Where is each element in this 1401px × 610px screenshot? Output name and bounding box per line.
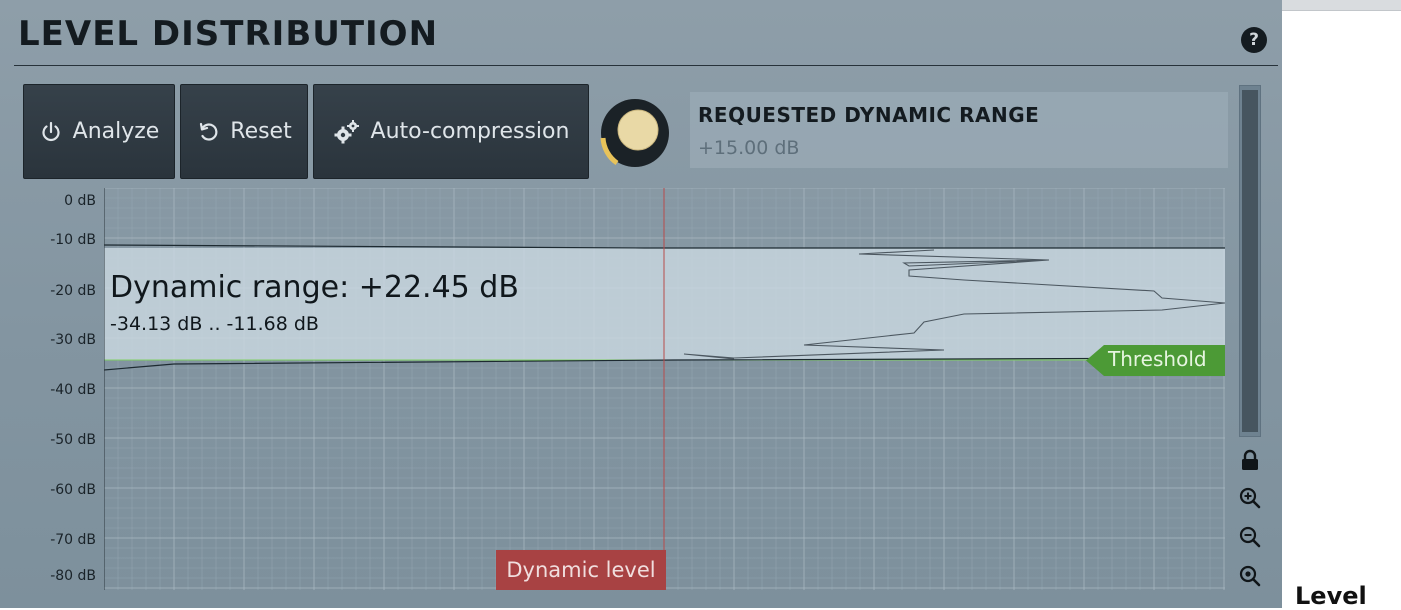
section-heading: Level bbox=[1295, 582, 1367, 610]
y-axis-label: -10 dB bbox=[50, 232, 96, 248]
analyze-button[interactable]: Analyze bbox=[23, 84, 175, 179]
scrollbar-thumb[interactable] bbox=[1242, 90, 1258, 432]
dynamic-range-readout: Dynamic range: +22.45 dB bbox=[110, 270, 519, 305]
power-icon bbox=[39, 120, 63, 144]
auto-compression-label: Auto-compression bbox=[370, 119, 570, 144]
reset-button[interactable]: Reset bbox=[180, 84, 308, 179]
threshold-label: Threshold bbox=[1108, 347, 1207, 371]
y-axis-label: -80 dB bbox=[50, 568, 96, 584]
help-icon[interactable]: ? bbox=[1241, 27, 1267, 53]
analyze-label: Analyze bbox=[72, 119, 160, 144]
y-axis-label: 0 dB bbox=[64, 193, 96, 209]
reset-icon bbox=[196, 120, 220, 144]
dynamic-level-handle[interactable]: Dynamic level bbox=[496, 550, 666, 590]
y-axis-label: -50 dB bbox=[50, 432, 96, 448]
level-distribution-panel: LEVEL DISTRIBUTION ? Analyze Reset Auto-… bbox=[0, 0, 1282, 608]
zoom-fit-icon[interactable] bbox=[1237, 563, 1263, 589]
reset-label: Reset bbox=[230, 119, 292, 144]
y-axis-label: -70 dB bbox=[50, 532, 96, 548]
y-axis-label: -20 dB bbox=[50, 283, 96, 299]
dynamic-range-bounds: -34.13 dB .. -11.68 dB bbox=[110, 313, 319, 335]
panel-title: LEVEL DISTRIBUTION bbox=[18, 14, 439, 54]
title-divider bbox=[14, 65, 1278, 66]
lock-icon[interactable] bbox=[1237, 447, 1263, 473]
y-axis-label: -60 dB bbox=[50, 482, 96, 498]
parameter-value[interactable]: +15.00 dB bbox=[698, 137, 799, 159]
level-distribution-graph[interactable] bbox=[104, 188, 1225, 590]
y-axis-label: -30 dB bbox=[50, 332, 96, 348]
gears-icon bbox=[333, 119, 361, 145]
dynamic-range-knob[interactable] bbox=[593, 93, 673, 173]
zoom-out-icon[interactable] bbox=[1237, 524, 1263, 550]
parameter-title: REQUESTED DYNAMIC RANGE bbox=[698, 103, 1040, 127]
auto-compression-button[interactable]: Auto-compression bbox=[313, 84, 589, 179]
zoom-in-icon[interactable] bbox=[1237, 485, 1263, 511]
y-axis-label: -40 dB bbox=[50, 382, 96, 398]
